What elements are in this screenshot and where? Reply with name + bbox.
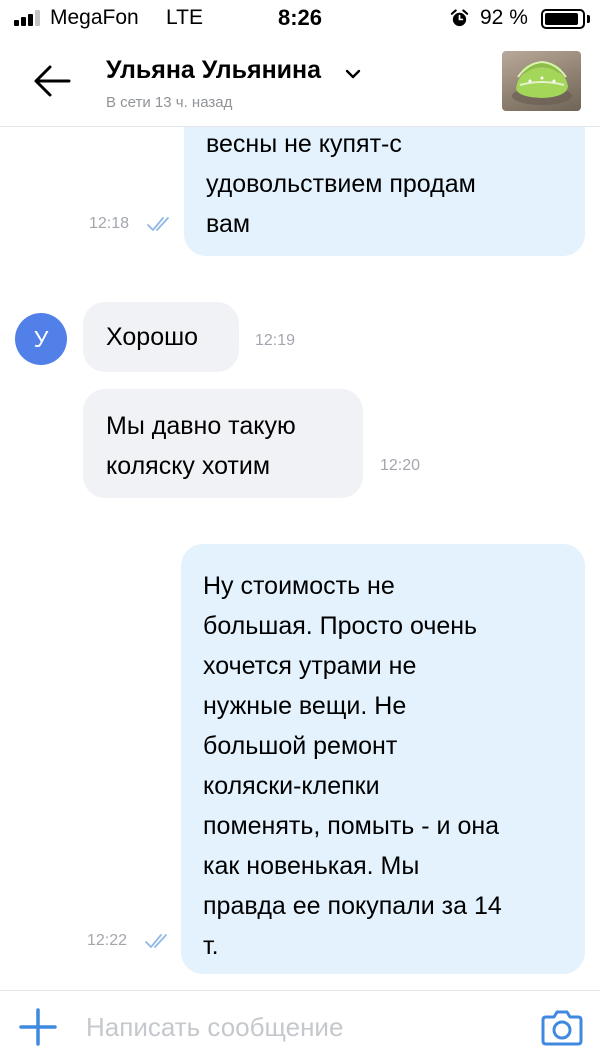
message-line: поменять, помыть - и она: [203, 812, 500, 840]
message-line: т.: [203, 932, 219, 960]
message-line: большой ремонт: [203, 732, 398, 760]
camera-icon[interactable]: [541, 1007, 583, 1047]
message-time: 12:18: [89, 215, 130, 232]
message-line: как новенькая. Мы: [203, 852, 420, 880]
back-arrow-icon[interactable]: [32, 64, 72, 98]
message-line: весны не купят-с: [206, 130, 402, 158]
message-line: Ну стоимость не: [203, 572, 395, 600]
message-composer: [0, 990, 600, 1063]
message-bubble-incoming[interactable]: Хорошо: [83, 302, 239, 372]
battery-icon: [541, 9, 585, 29]
message-line: удовольствием продам: [206, 170, 476, 198]
message-time: 12:20: [380, 457, 421, 474]
message-time: 12:19: [255, 332, 296, 349]
battery-cap: [587, 15, 590, 23]
message-line: правда ее покупали за 14: [203, 892, 502, 920]
avatar[interactable]: [502, 51, 581, 111]
message-line: вам: [206, 210, 251, 238]
chat-header: Ульяна Ульянина В сети 13 ч. назад: [0, 38, 600, 127]
alarm-clock-icon: [450, 9, 469, 27]
contact-name[interactable]: Ульяна Ульянина: [106, 56, 321, 85]
contact-status: В сети 13 ч. назад: [106, 94, 233, 111]
message-line: нужные вещи. Не: [203, 692, 407, 720]
stroller-photo-icon: [512, 60, 572, 105]
message-bubble-incoming[interactable]: Мы давно такую коляску хотим: [83, 389, 363, 498]
message-line: большая. Просто очень: [203, 612, 478, 640]
message-line: коляски-клепки: [203, 772, 380, 800]
message-line: Хорошо: [106, 323, 199, 351]
status-bar: MegaFon LTE 8:26 92 %: [0, 0, 600, 38]
message-line: Мы давно такую: [106, 412, 296, 440]
message-bubble-outgoing[interactable]: Ну стоимость не большая. Просто очень хо…: [181, 544, 585, 974]
plus-icon[interactable]: [18, 1007, 58, 1047]
message-line: хочется утрами не: [203, 652, 417, 680]
sender-avatar[interactable]: У: [15, 313, 67, 365]
read-check-icon: [147, 217, 169, 231]
message-line: коляску хотим: [106, 452, 271, 480]
battery-percent: 92 %: [480, 6, 528, 29]
read-check-icon: [145, 934, 167, 948]
message-input[interactable]: [86, 1005, 506, 1049]
chevron-down-icon[interactable]: [345, 68, 361, 80]
message-time: 12:22: [87, 932, 128, 949]
